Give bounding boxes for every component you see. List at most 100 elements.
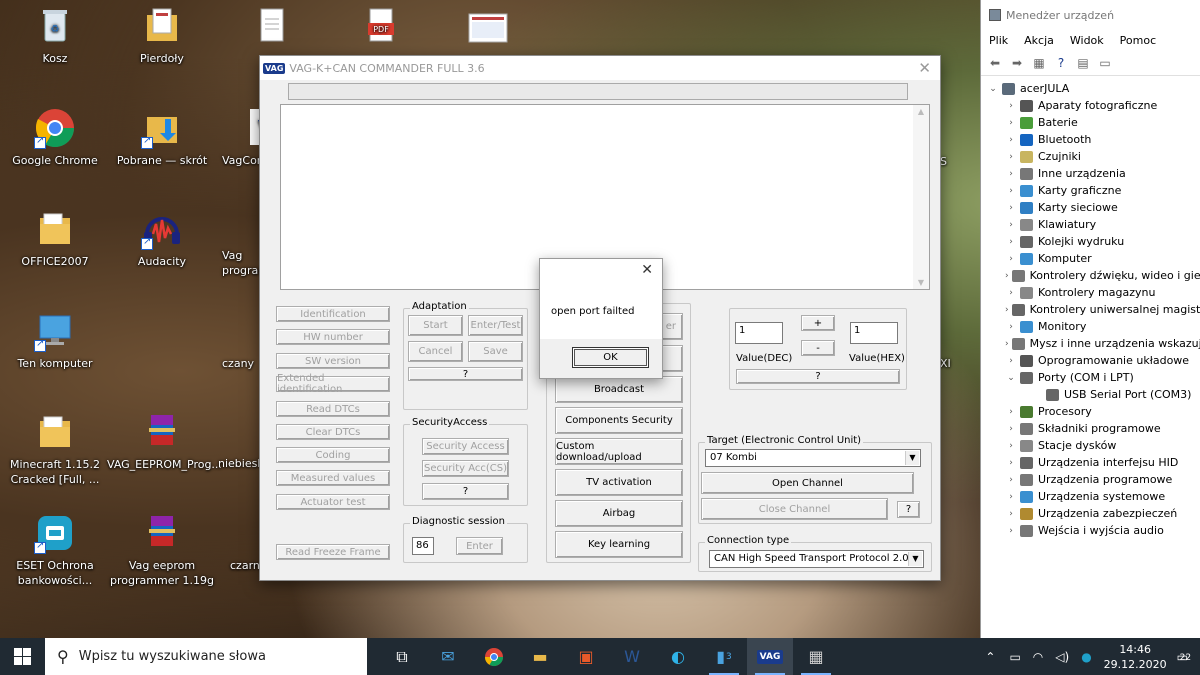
desktop-icon-image[interactable] [433,10,543,56]
start-button[interactable] [0,638,45,675]
chevron-right-icon[interactable]: › [1005,288,1017,298]
desktop-icon-niebieski[interactable]: niebieski [218,456,267,471]
key-learning-button[interactable]: Key learning [555,531,683,558]
custom-download-upload-button[interactable]: Custom download/upload [555,438,683,465]
desktop-icon-chrome[interactable]: Google Chrome [0,107,110,168]
components-security-button[interactable]: Components Security [555,407,683,434]
device-manager-taskbar-icon[interactable]: ▦ [793,638,839,675]
scroll-down-icon[interactable]: ▼ [913,278,929,287]
desktop-icon-minecraft[interactable]: Minecraft 1.15.2 Cracked [Full, ... [0,411,110,487]
tree-category-item[interactable]: › Wejścia i wyjścia audio [981,522,1200,539]
monitor-icon[interactable]: ▭ [1097,56,1113,70]
coding-button[interactable]: Coding [276,447,390,463]
mail-icon[interactable]: ✉ [425,638,471,675]
dialog-close-icon[interactable]: ✕ [641,262,653,278]
clock[interactable]: 14:46 29.12.2020 [1104,642,1167,672]
chevron-right-icon[interactable]: › [1005,356,1017,366]
broadcast-button[interactable]: Broadcast [555,376,683,403]
notifications-icon[interactable]: ▭ 22 [1177,650,1191,664]
desktop-icon-partial-right-1[interactable]: S [940,154,960,169]
desktop-icon-vagcom[interactable]: V VagCom [206,107,268,168]
chevron-right-icon[interactable]: › [1005,492,1017,502]
security-help-button[interactable]: ? [422,483,509,500]
security-acc-cs-button[interactable]: Security Acc(CS) [422,460,509,477]
adaptation-save-button[interactable]: Save [468,341,523,362]
tree-category-item[interactable]: › Karty graficzne [981,182,1200,199]
chevron-right-icon[interactable]: › [1005,526,1017,536]
office-icon[interactable]: ▣ [563,638,609,675]
tree-category-item[interactable]: › Karty sieciowe [981,199,1200,216]
chevron-right-icon[interactable]: › [1005,152,1017,162]
desktop-icon-pdf[interactable]: PDF [326,5,436,51]
desktop-icon-vag-eeprom-rar[interactable]: VAG_EEPROM_Prog... [107,411,222,472]
chevron-right-icon[interactable]: › [1005,322,1017,332]
tree-category-item[interactable]: › Procesory [981,403,1200,420]
adaptation-cancel-button[interactable]: Cancel [408,341,463,362]
tree-device-item[interactable]: USB Serial Port (COM3) [981,386,1200,403]
chevron-right-icon[interactable]: › [1005,237,1017,247]
desktop-icon-downloads[interactable]: Pobrane — skrót [107,107,217,168]
chevron-right-icon[interactable]: › [1005,305,1009,315]
tree-category-item[interactable]: › Stacje dysków [981,437,1200,454]
chevron-right-icon[interactable]: › [1005,509,1017,519]
tree-category-item[interactable]: › Inne urządzenia [981,165,1200,182]
menu-pomoc[interactable]: Pomoc [1120,34,1156,47]
chrome-taskbar-icon[interactable] [471,638,517,675]
tree-category-item[interactable]: › Baterie [981,114,1200,131]
adaptation-start-button[interactable]: Start [408,315,463,336]
view-icon[interactable]: ▤ [1075,56,1091,70]
battery-icon[interactable]: ▭ [1009,650,1020,664]
desktop-icon-office2007[interactable]: OFFICE2007 [0,208,110,269]
value-hex-input[interactable]: 1 [850,322,898,344]
value-dec-input[interactable]: 1 [735,322,783,344]
tree-category-item[interactable]: › Czujniki [981,148,1200,165]
file-explorer-icon[interactable]: ▬ [517,638,563,675]
desktop-icon-document[interactable] [217,5,327,51]
edge-icon[interactable]: ◐ [655,638,701,675]
value-minus-button[interactable]: - [801,340,835,356]
open-channel-button[interactable]: Open Channel [701,472,914,494]
tree-category-item[interactable]: › Kontrolery uniwersalnej magistrali [981,301,1200,318]
chevron-right-icon[interactable]: › [1005,441,1017,451]
chevron-down-icon[interactable]: ⌄ [1005,373,1017,383]
wifi-icon[interactable]: ◠ [1033,650,1043,664]
tree-category-item[interactable]: › Składniki programowe [981,420,1200,437]
tree-category-item[interactable]: › Urządzenia interfejsu HID [981,454,1200,471]
adaptation-help-button[interactable]: ? [408,367,523,381]
read-freeze-frame-button[interactable]: Read Freeze Frame [276,544,390,560]
tree-category-item[interactable]: › Urządzenia programowe [981,471,1200,488]
properties-icon[interactable]: ▦ [1031,56,1047,70]
desktop-icon-audacity[interactable]: Audacity [107,208,217,269]
value-plus-button[interactable]: + [801,315,835,331]
task-view-icon[interactable]: ⧉ [379,638,425,675]
taskbar-search-box[interactable]: ⚲ Wpisz tu wyszukiwane słowa [45,638,367,675]
notepad-icon[interactable]: ▮ 3 [701,638,747,675]
desktop-icon-this-pc[interactable]: Ten komputer [0,310,110,371]
tree-category-item[interactable]: › Kontrolery magazynu [981,284,1200,301]
tree-category-item[interactable]: › Aparaty fotograficzne [981,97,1200,114]
chevron-down-icon[interactable]: ⌄ [987,84,999,94]
hw-number-button[interactable]: HW number [276,329,390,345]
vag-close-icon[interactable]: ✕ [918,59,931,77]
tree-category-item[interactable]: › Kolejki wydruku [981,233,1200,250]
chevron-right-icon[interactable]: › [1005,458,1017,468]
chevron-right-icon[interactable]: › [1005,169,1017,179]
menu-plik[interactable]: Plik [989,34,1008,47]
extended-identification-button[interactable]: Extended identification [276,373,390,395]
chevron-right-icon[interactable]: › [1005,424,1017,434]
tree-category-item[interactable]: › Mysz i inne urządzenia wskazując [981,335,1200,352]
desktop-icon-eset[interactable]: ESET Ochrona bankowości... [0,512,110,588]
menu-akcja[interactable]: Akcja [1024,34,1054,47]
back-arrow-icon[interactable]: ⬅ [987,56,1003,70]
connection-type-select[interactable]: CAN High Speed Transport Protocol 2.0 ▼ [709,550,924,568]
tree-category-item[interactable]: › Urządzenia systemowe [981,488,1200,505]
measured-values-button[interactable]: Measured values [276,470,390,486]
tree-category-item[interactable]: › Bluetooth [981,131,1200,148]
tree-category-item[interactable]: › Monitory [981,318,1200,335]
chevron-up-icon[interactable]: ⌃ [985,650,995,664]
eset-tray-icon[interactable]: ● [1081,650,1091,664]
target-ecu-select[interactable]: 07 Kombi ▼ [705,449,921,467]
target-help-button[interactable]: ? [897,501,920,518]
desktop-icon-pierdoly[interactable]: Pierdoły [107,5,217,66]
volume-icon[interactable]: ◁) [1055,650,1069,664]
